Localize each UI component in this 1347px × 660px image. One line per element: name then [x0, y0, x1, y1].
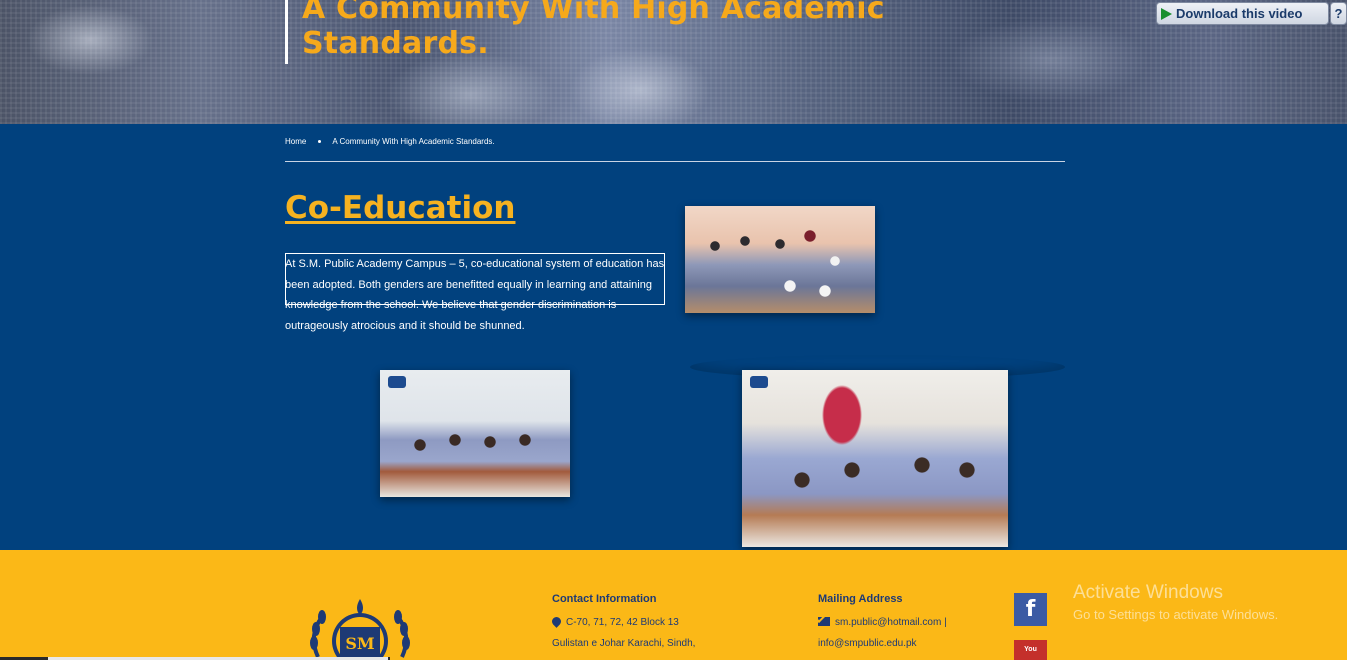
windows-activation-title: Activate Windows: [1073, 582, 1223, 603]
contact-address-line2: Gulistan e Johar Karachi, Sindh,: [552, 638, 696, 649]
section-title[interactable]: Co-Education: [285, 190, 515, 226]
facebook-icon[interactable]: f: [1014, 593, 1047, 626]
youtube-icon[interactable]: You: [1014, 640, 1047, 660]
hero-title: A Community With High Academic Standards…: [302, 0, 942, 61]
hero-title-line1: A Community With High Academic: [302, 0, 885, 26]
classroom-photo-3: [742, 370, 1008, 547]
map-pin-icon: [550, 615, 563, 628]
hero-title-line2: Standards.: [302, 26, 489, 61]
download-video-button[interactable]: Download this video: [1156, 2, 1329, 25]
mailing-address-title: Mailing Address: [818, 593, 903, 605]
download-video-label: Download this video: [1176, 6, 1303, 21]
school-logo-watermark-icon: [750, 376, 768, 388]
mailing-email-line1[interactable]: sm.public@hotmail.com |: [818, 617, 947, 628]
breadcrumb: Home A Community With High Academic Stan…: [285, 137, 495, 146]
school-logo-icon: SM: [310, 599, 410, 660]
breadcrumb-separator-icon: [318, 140, 322, 143]
windows-activation-subtitle: Go to Settings to activate Windows.: [1073, 607, 1279, 622]
help-button[interactable]: ?: [1330, 2, 1347, 25]
classroom-photo-1: [685, 206, 875, 313]
breadcrumb-home-link[interactable]: Home: [285, 137, 306, 146]
breadcrumb-current: A Community With High Academic Standards…: [332, 137, 495, 146]
text-selection-box: [285, 253, 665, 305]
mailing-email-line2[interactable]: info@smpublic.edu.pk: [818, 638, 917, 649]
hero-accent-bar: [285, 0, 288, 64]
school-logo-watermark-icon: [388, 376, 406, 388]
divider: [285, 161, 1065, 162]
contact-address-line1: C-70, 71, 72, 42 Block 13: [550, 615, 679, 628]
play-icon: [1161, 7, 1172, 20]
envelope-icon: [818, 617, 830, 626]
classroom-photo-2: [380, 370, 570, 497]
contact-info-title: Contact Information: [552, 593, 657, 605]
school-logo-text: SM: [345, 634, 374, 653]
